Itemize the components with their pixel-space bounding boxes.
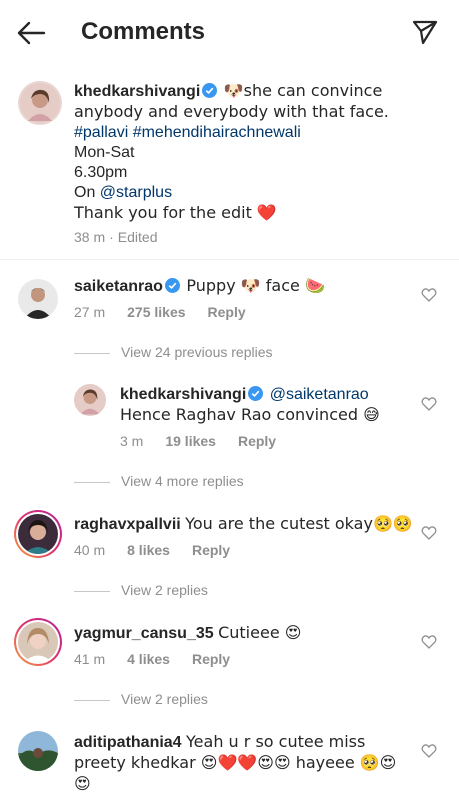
comment-text: raghavxpallvii You are the cutest okay🥺🥺 [74,514,419,535]
avatar[interactable] [18,81,62,125]
paper-plane-icon [412,20,438,45]
caption-edited: Edited [117,229,158,245]
reply-mention[interactable]: @saiketanrao [270,386,369,403]
comment-timestamp: 40 m [74,542,106,558]
comment-body: Puppy 🐶 face 🍉 [186,276,325,295]
comment-body-line3: 😍 [74,774,91,793]
reply-timestamp: 3 m [120,433,144,449]
verified-badge-icon [202,83,218,98]
heart-icon[interactable] [421,287,437,303]
comment-text: yagmur_cansu_35 Cutieee 😍 [74,623,419,644]
avatar-image [18,514,58,554]
verified-badge-icon [164,278,180,293]
view-previous-replies[interactable]: View 24 previous replies [74,343,273,361]
reply-button[interactable]: Reply [208,304,246,320]
reply-likes[interactable]: 19 likes [165,433,216,449]
verified-badge-icon [248,386,264,401]
view-more-replies[interactable]: View 4 more replies [74,472,244,490]
comment-body-line2: preety khedkar 😍❤️❤️😍😍 hayeee 🥺😍 [74,753,397,772]
comment-meta: 40 m 8 likes Reply [74,541,250,559]
caption-text: khedkarshivangi 🐶she can convince anybod… [74,81,444,224]
caption-thanks: Thank you for the edit ❤️ [74,203,277,222]
comment-likes[interactable]: 8 likes [127,542,170,558]
comment-timestamp: 27 m [74,304,106,320]
avatar[interactable] [18,279,58,319]
caption-days: Mon-Sat [74,144,135,161]
caption-on: On [74,184,100,201]
comment-text: aditipathania4 Yeah u r so cutee miss pr… [74,732,419,795]
reply-username[interactable]: khedkarshivangi [120,386,246,403]
avatar[interactable] [18,731,58,771]
reply-button[interactable]: Reply [192,542,230,558]
header: Comments [0,0,459,66]
arrow-left-icon [17,21,46,45]
comment-username[interactable]: saiketanrao [74,278,163,295]
comment-body: Cutieee 😍 [218,623,302,642]
comment-timestamp: 41 m [74,651,106,667]
avatar-image [18,622,58,662]
back-button[interactable] [16,20,46,46]
divider [0,259,459,260]
page-title: Comments [81,18,206,45]
comment-body-line1: Yeah u r so cutee miss [186,732,366,751]
caption-time-line: 6.30pm [74,164,128,181]
comment-username[interactable]: aditipathania4 [74,734,182,751]
heart-icon[interactable] [421,743,437,759]
heart-icon[interactable] [421,396,437,412]
caption-timestamp: 38 m [74,229,106,245]
caption-username[interactable]: khedkarshivangi [74,83,200,100]
comment-likes[interactable]: 4 likes [127,651,170,667]
heart-icon[interactable] [421,525,437,541]
reply-button[interactable]: Reply [238,433,276,449]
comment-meta: 41 m 4 likes Reply [74,650,250,668]
comment-text: saiketanrao Puppy 🐶 face 🍉 [74,276,414,297]
caption-meta: 38 m · Edited [74,229,158,245]
caption-hashtags[interactable]: #pallavi #mehendihairachnewali [74,124,301,141]
comment-username[interactable]: yagmur_cansu_35 [74,625,214,642]
avatar-image [18,279,58,319]
comment-body: You are the cutest okay🥺🥺 [185,514,413,533]
reply-button[interactable]: Reply [192,651,230,667]
view-replies[interactable]: View 2 replies [74,581,208,599]
avatar[interactable] [14,618,62,666]
avatar[interactable] [14,510,62,558]
comment-meta: 27 m 275 likes Reply [74,303,266,321]
share-button[interactable] [411,18,439,46]
comment-username[interactable]: raghavxpallvii [74,516,181,533]
avatar[interactable] [74,384,106,416]
avatar-image [18,731,58,771]
comment-likes[interactable]: 275 likes [127,304,185,320]
reply-meta: 3 m 19 likes Reply [120,432,296,450]
caption-mention[interactable]: @starplus [100,184,172,201]
avatar-image [20,83,60,123]
reply-text: khedkarshivangi @saiketanrao Hence Ragha… [120,385,415,426]
view-replies[interactable]: View 2 replies [74,690,208,708]
heart-icon[interactable] [421,634,437,650]
reply-body: Hence Raghav Rao convinced 😅 [120,405,380,424]
avatar-image [74,384,106,416]
